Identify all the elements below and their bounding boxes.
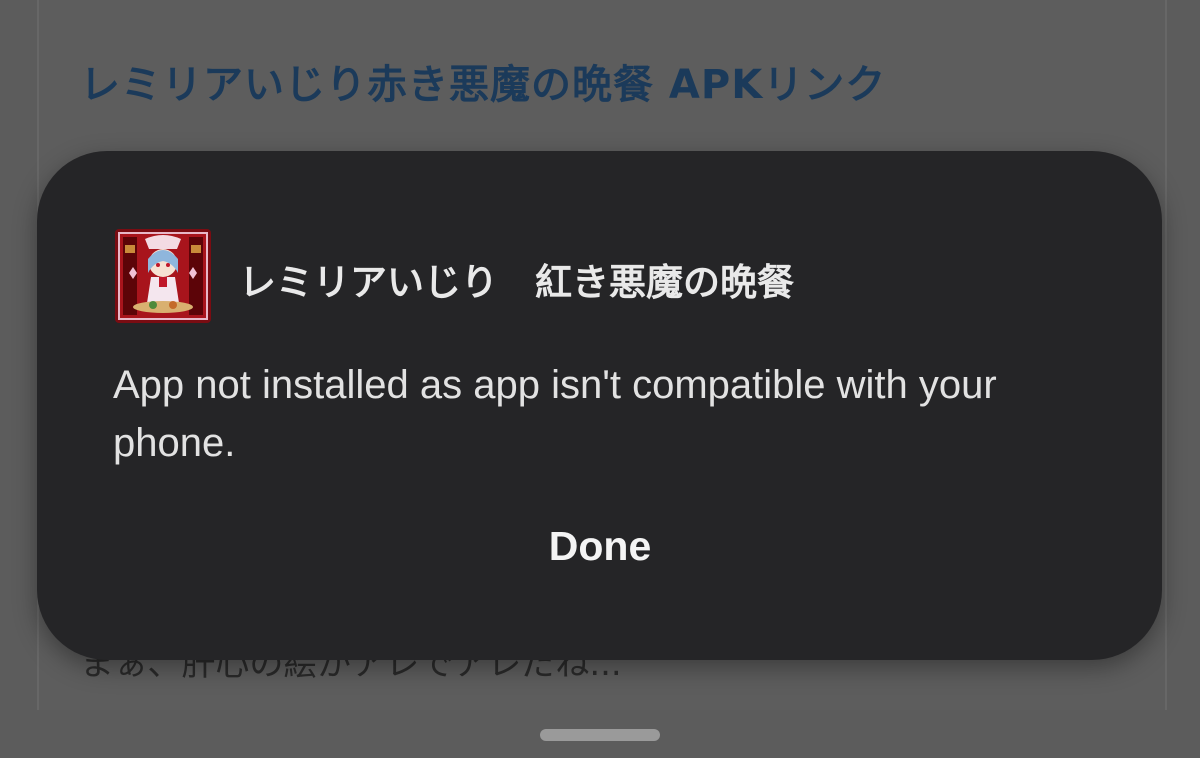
- error-message: App not installed as app isn't compatibl…: [113, 363, 997, 465]
- screen: レミリアいじり赤き悪魔の晩餐 APKリンク まぁ、肝心の絵がアレでアレだね...: [0, 0, 1200, 758]
- app-name-label: レミリアいじり 紅き悪魔の晩餐: [239, 261, 794, 304]
- done-button[interactable]: Done: [517, 511, 683, 581]
- app-icon: [115, 229, 211, 323]
- navigation-gesture-bar[interactable]: [540, 729, 660, 741]
- install-error-dialog: レミリアいじり 紅き悪魔の晩餐 App not installed as app…: [37, 151, 1162, 660]
